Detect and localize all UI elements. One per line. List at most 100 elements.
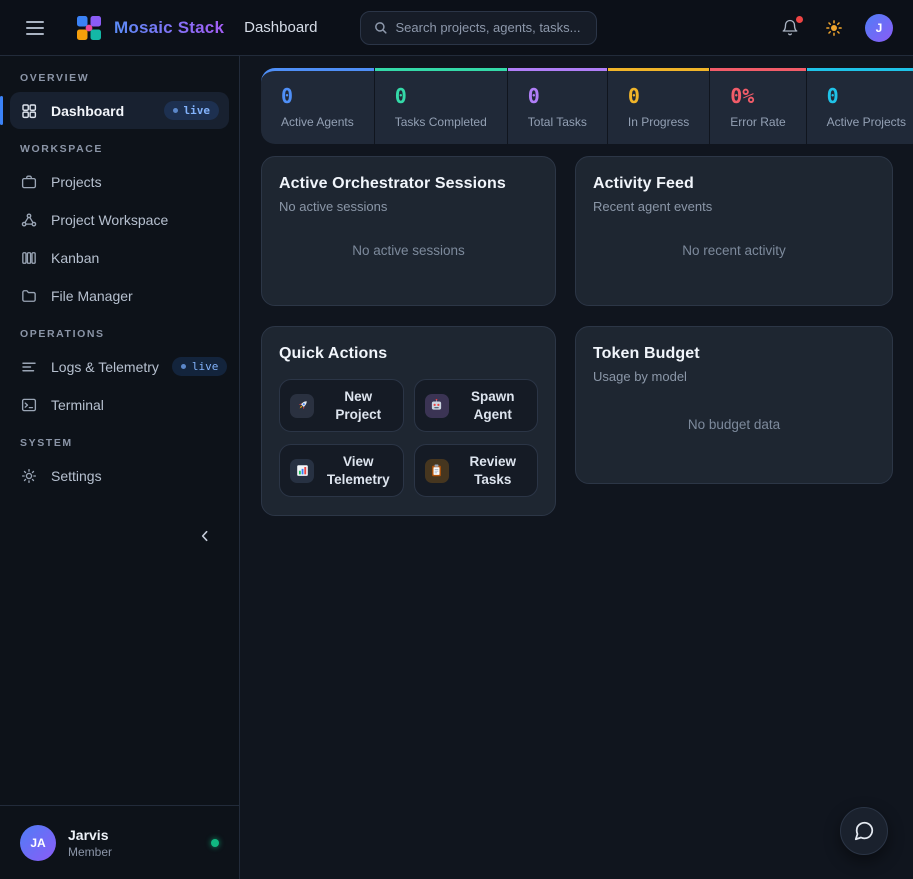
card-title: Quick Actions xyxy=(279,345,538,363)
quick-actions-card: Quick Actions xyxy=(261,326,556,516)
brand-name: Mosaic Stack xyxy=(114,18,224,38)
sidebar-collapse-button[interactable] xyxy=(193,524,217,548)
stat-value: 0 xyxy=(281,84,354,108)
terminal-icon xyxy=(20,396,38,414)
stat-active-agents: 0 Active Agents xyxy=(261,68,374,144)
stat-label: Total Tasks xyxy=(528,115,587,129)
sidebar-item-label: Logs & Telemetry xyxy=(51,359,159,375)
stat-value: 0 xyxy=(827,84,906,108)
stat-tasks-completed: 0 Tasks Completed xyxy=(375,68,507,144)
user-avatar-button[interactable]: J xyxy=(865,14,893,42)
stat-error-rate: 0% Error Rate xyxy=(710,68,805,144)
list-icon xyxy=(20,358,38,376)
user-role: Member xyxy=(68,845,199,859)
chart-icon xyxy=(290,459,314,483)
card-title: Token Budget xyxy=(593,345,875,363)
left-column: Active Orchestrator Sessions No active s… xyxy=(261,156,556,516)
mosaic-logo-icon xyxy=(74,13,104,43)
sessions-card: Active Orchestrator Sessions No active s… xyxy=(261,156,556,306)
sidebar-item-terminal[interactable]: Terminal xyxy=(10,386,229,423)
activity-feed-card: Activity Feed Recent agent events No rec… xyxy=(575,156,893,306)
sidebar-item-label: Terminal xyxy=(51,397,219,413)
stat-value: 0 xyxy=(628,84,689,108)
chat-fab-button[interactable] xyxy=(840,807,888,855)
chevron-left-icon xyxy=(197,528,213,544)
sidebar-item-label: Kanban xyxy=(51,250,219,266)
stat-total-tasks: 0 Total Tasks xyxy=(508,68,607,144)
folder-icon xyxy=(20,287,38,305)
review-tasks-button[interactable]: Review Tasks xyxy=(414,444,539,497)
sun-icon xyxy=(825,19,843,37)
notification-dot xyxy=(796,16,803,23)
search-input[interactable] xyxy=(396,20,584,35)
section-label-operations: OPERATIONS xyxy=(10,328,229,340)
clipboard-icon xyxy=(425,459,449,483)
quick-actions-grid: New Project xyxy=(279,379,538,497)
empty-state-text: No recent activity xyxy=(593,214,875,287)
spawn-agent-button[interactable]: Spawn Agent xyxy=(414,379,539,432)
sidebar-item-label: Project Workspace xyxy=(51,212,219,228)
user-card[interactable]: JA Jarvis Member xyxy=(0,805,239,879)
card-subtitle: Usage by model xyxy=(593,369,875,384)
action-label: View Telemetry xyxy=(324,453,393,488)
sidebar-item-settings[interactable]: Settings xyxy=(10,457,229,494)
robot-icon xyxy=(425,394,449,418)
empty-state-text: No active sessions xyxy=(279,214,538,287)
hamburger-icon[interactable] xyxy=(20,15,50,41)
stat-label: Active Projects xyxy=(827,115,906,129)
sidebar-item-project-workspace[interactable]: Project Workspace xyxy=(10,201,229,238)
notifications-button[interactable] xyxy=(777,15,803,41)
search-icon xyxy=(373,20,388,35)
theme-toggle-button[interactable] xyxy=(821,15,847,41)
action-label: Review Tasks xyxy=(459,453,528,488)
sidebar-item-file-manager[interactable]: File Manager xyxy=(10,277,229,314)
main-content: 0 Active Agents 0 Tasks Completed 0 Tota… xyxy=(240,56,913,879)
sidebar-item-label: Projects xyxy=(51,174,219,190)
stat-value: 0 xyxy=(528,84,587,108)
user-name: Jarvis xyxy=(68,827,199,843)
stat-in-progress: 0 In Progress xyxy=(608,68,709,144)
sidebar-item-label: Settings xyxy=(51,468,219,484)
live-badge: live xyxy=(172,357,228,376)
empty-state-text: No budget data xyxy=(593,384,875,465)
view-telemetry-button[interactable]: View Telemetry xyxy=(279,444,404,497)
new-project-button[interactable]: New Project xyxy=(279,379,404,432)
online-status-dot xyxy=(211,839,219,847)
live-badge: live xyxy=(164,101,220,120)
stat-value: 0% xyxy=(730,84,785,108)
action-label: New Project xyxy=(324,388,393,423)
stat-active-projects: 0 Active Projects xyxy=(807,68,913,144)
chat-bubble-icon xyxy=(853,820,875,842)
header-actions: J xyxy=(777,14,893,42)
card-subtitle: Recent agent events xyxy=(593,199,875,214)
search-box[interactable] xyxy=(360,11,597,45)
network-icon xyxy=(20,211,38,229)
briefcase-icon xyxy=(20,173,38,191)
stat-label: Active Agents xyxy=(281,115,354,129)
brand[interactable]: Mosaic Stack xyxy=(74,13,224,43)
sidebar-item-kanban[interactable]: Kanban xyxy=(10,239,229,276)
sidebar-item-logs-telemetry[interactable]: Logs & Telemetry live xyxy=(10,348,229,385)
stat-label: Tasks Completed xyxy=(395,115,487,129)
card-title: Active Orchestrator Sessions xyxy=(279,175,538,193)
cards-grid: Active Orchestrator Sessions No active s… xyxy=(261,156,893,516)
sidebar-item-label: File Manager xyxy=(51,288,219,304)
token-budget-card: Token Budget Usage by model No budget da… xyxy=(575,326,893,484)
section-label-system: SYSTEM xyxy=(10,437,229,449)
action-label: Spawn Agent xyxy=(459,388,528,423)
card-subtitle: No active sessions xyxy=(279,199,538,214)
stat-value: 0 xyxy=(395,84,487,108)
stat-label: Error Rate xyxy=(730,115,785,129)
card-title: Activity Feed xyxy=(593,175,875,193)
top-bar: Mosaic Stack Dashboard xyxy=(0,0,913,56)
section-label-overview: OVERVIEW xyxy=(10,72,229,84)
kanban-icon xyxy=(20,249,38,267)
sidebar-nav: OVERVIEW Dashboard live WORKSPACE xyxy=(0,56,239,805)
sidebar-item-projects[interactable]: Projects xyxy=(10,163,229,200)
sidebar-item-label: Dashboard xyxy=(51,103,151,119)
sidebar-item-dashboard[interactable]: Dashboard live xyxy=(10,92,229,129)
right-column: Activity Feed Recent agent events No rec… xyxy=(575,156,893,484)
user-avatar: JA xyxy=(20,825,56,861)
grid-icon xyxy=(20,102,38,120)
sidebar: OVERVIEW Dashboard live WORKSPACE xyxy=(0,56,240,879)
